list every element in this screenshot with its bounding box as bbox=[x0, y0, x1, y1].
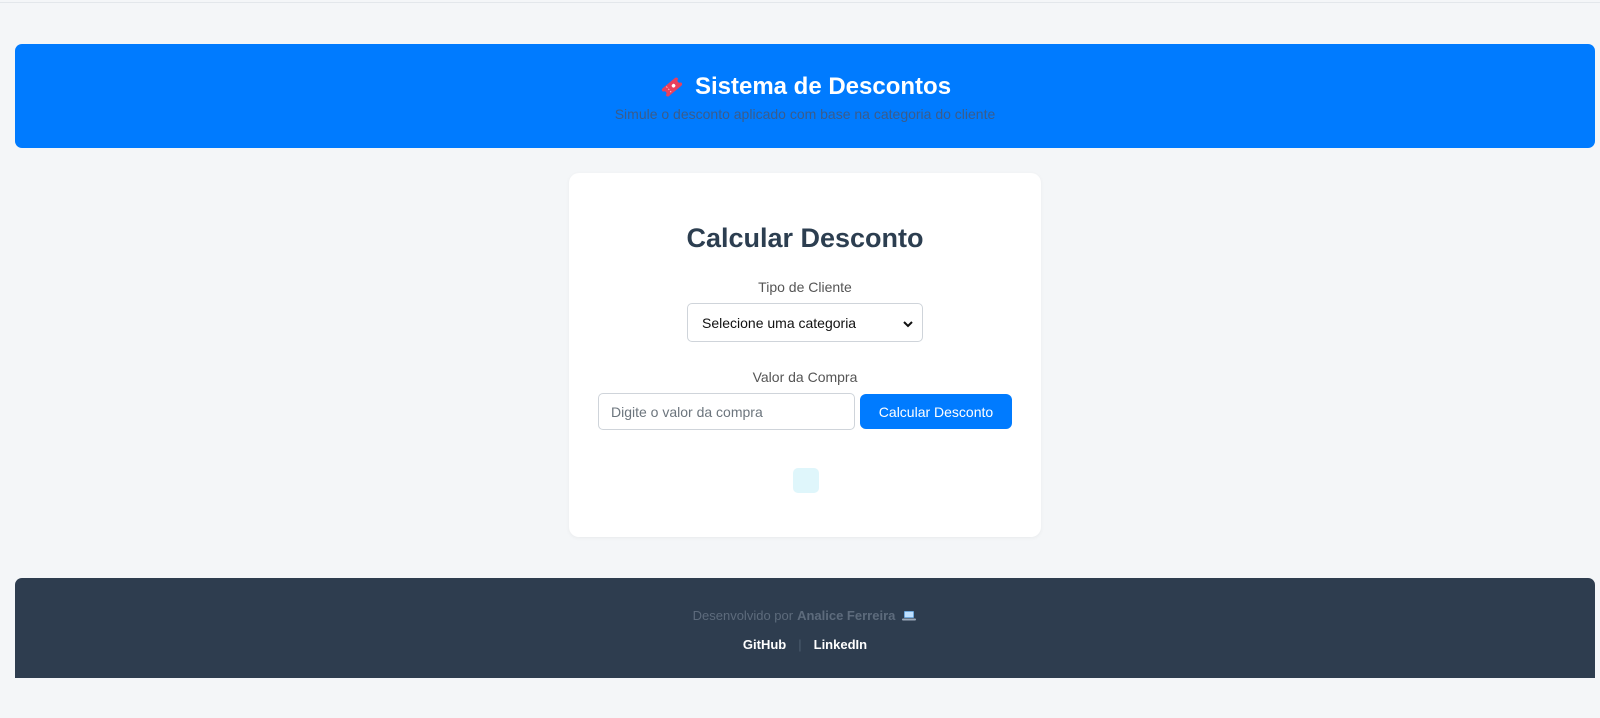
ticket-icon bbox=[659, 74, 685, 100]
header-title-row: Sistema de Descontos bbox=[15, 72, 1595, 102]
page-footer: Desenvolvido por Analice Ferreira GitHub… bbox=[15, 578, 1595, 678]
discount-card: Calcular Desconto Tipo de Cliente Seleci… bbox=[569, 173, 1041, 537]
footer-credit: Desenvolvido por Analice Ferreira bbox=[15, 608, 1595, 623]
link-separator: | bbox=[798, 637, 802, 652]
header-subtitle: Simule o desconto aplicado com base na c… bbox=[614, 106, 996, 122]
page-header: Sistema de Descontos Simule o desconto a… bbox=[15, 44, 1595, 148]
purchase-value-placeholder: Digite o valor da compra bbox=[611, 403, 763, 420]
header-title: Sistema de Descontos bbox=[694, 73, 952, 100]
credit-prefix: Desenvolvido por bbox=[692, 608, 794, 623]
github-link[interactable]: GitHub bbox=[743, 637, 786, 652]
client-type-selected: Selecione uma categoria bbox=[702, 314, 857, 331]
linkedin-link[interactable]: LinkedIn bbox=[814, 637, 867, 652]
top-border bbox=[0, 2, 1600, 3]
card-title: Calcular Desconto bbox=[686, 223, 924, 253]
footer-links: GitHub | LinkedIn bbox=[15, 637, 1595, 652]
client-type-select[interactable]: Selecione uma categoria bbox=[687, 303, 923, 342]
result-box bbox=[793, 468, 819, 493]
author-name: Analice Ferreira bbox=[797, 608, 896, 623]
calculate-discount-button[interactable]: Calcular Desconto bbox=[860, 394, 1012, 429]
laptop-icon bbox=[901, 610, 917, 622]
purchase-value-input[interactable]: Digite o valor da compra bbox=[598, 393, 855, 430]
purchase-value-label: Valor da Compra bbox=[752, 369, 858, 385]
client-type-label: Tipo de Cliente bbox=[758, 279, 852, 295]
chevron-down-icon bbox=[902, 317, 914, 329]
